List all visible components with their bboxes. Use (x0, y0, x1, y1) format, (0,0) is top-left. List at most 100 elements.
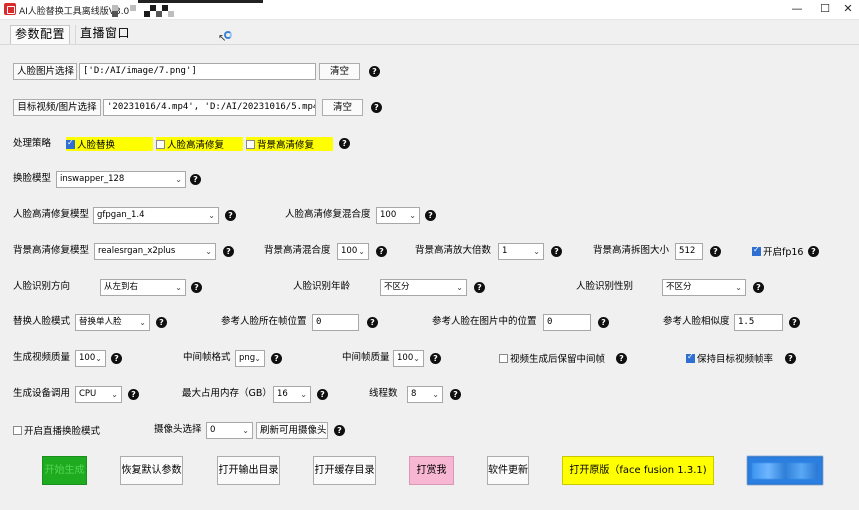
face-enhance-blend-select[interactable]: 100 ⌄ (376, 207, 420, 224)
checkbox-unchecked-icon (246, 139, 255, 149)
help-icon[interactable]: ? (334, 425, 345, 436)
maximize-button[interactable]: ☐ (813, 1, 837, 17)
open-original-button[interactable]: 打开原版（face fusion 1.3.1) (562, 456, 714, 485)
help-icon[interactable]: ? (808, 246, 819, 257)
replace-mode-label: 替换人脸模式 (13, 316, 71, 327)
busy-cursor-icon: ↖ (218, 31, 232, 47)
video-quality-select[interactable]: 100 ⌄ (75, 350, 106, 367)
target-media-clear-button[interactable]: 清空 (322, 99, 363, 116)
checkbox-label: 保持目标视频帧率 (697, 354, 774, 365)
strategy-bg-enhance-checkbox[interactable]: 背景高清修复 (246, 137, 333, 151)
help-icon[interactable]: ? (223, 246, 234, 257)
face-enhance-model-label: 人脸高清修复模型 (13, 209, 90, 220)
frame-quality-label: 中间帧质量 (342, 352, 390, 363)
software-update-button[interactable]: 软件更新 (487, 456, 529, 485)
help-icon[interactable]: ? (369, 66, 380, 77)
strategy-face-swap-checkbox[interactable]: 人脸替换 (66, 137, 153, 151)
help-icon[interactable]: ? (339, 138, 350, 149)
select-value: 100 (341, 246, 358, 256)
target-media-select-button[interactable]: 目标视频/图片选择 (13, 99, 101, 116)
help-icon[interactable]: ? (789, 317, 800, 328)
target-media-path-input[interactable]: '20231016/4.mp4', 'D:/AI/20231016/5.mp4'… (103, 99, 316, 116)
help-icon[interactable]: ? (371, 102, 382, 113)
chevron-down-icon: ⌄ (95, 354, 102, 363)
help-icon[interactable]: ? (367, 317, 378, 328)
tab-live[interactable]: 直播窗口 (75, 25, 134, 44)
close-button[interactable]: ✕ (836, 1, 859, 17)
bg-enhance-blend-select[interactable]: 100 ⌄ (337, 243, 369, 260)
checkbox-checked-icon (66, 138, 75, 149)
help-icon[interactable]: ? (474, 282, 485, 293)
ref-frame-pos-input[interactable]: 0 (312, 314, 359, 331)
select-value: 100 (79, 353, 96, 363)
help-icon[interactable]: ? (616, 353, 627, 364)
live-mode-checkbox[interactable]: 开启直播换脸模式 (13, 423, 100, 437)
help-icon[interactable]: ? (753, 282, 764, 293)
device-select[interactable]: CPU ⌄ (75, 386, 122, 403)
bg-enhance-scale-select[interactable]: 1 ⌄ (498, 243, 544, 260)
bg-enhance-model-select[interactable]: realesrgan_x2plus ⌄ (94, 243, 216, 260)
face-enhance-model-select[interactable]: gfpgan_1.4 ⌄ (93, 207, 219, 224)
strategy-face-enhance-checkbox[interactable]: 人脸高清修复 (156, 137, 243, 151)
help-icon[interactable]: ? (225, 210, 236, 221)
keep-fps-checkbox[interactable]: 保持目标视频帧率 (686, 351, 773, 365)
help-icon[interactable]: ? (710, 246, 721, 257)
select-value: 16 (277, 389, 288, 399)
camera-label: 摄像头选择 (154, 424, 202, 435)
help-icon[interactable]: ? (785, 353, 796, 364)
chevron-down-icon: ⌄ (300, 390, 307, 399)
swap-model-select[interactable]: inswapper_128 ⌄ (56, 171, 186, 188)
frame-quality-select[interactable]: 100 ⌄ (393, 350, 424, 367)
help-icon[interactable]: ? (191, 282, 202, 293)
chevron-down-icon: ⌄ (413, 354, 420, 363)
fp16-checkbox[interactable]: 开启fp16 (752, 244, 803, 258)
open-output-dir-button[interactable]: 打开输出目录 (217, 456, 280, 485)
camera-select[interactable]: 0 ⌄ (206, 422, 253, 439)
bg-enhance-tile-input[interactable]: 512 (675, 243, 703, 260)
chevron-down-icon: ⌄ (533, 247, 540, 256)
face-image-path-input[interactable]: ['D:/AI/image/7.png'] (79, 63, 316, 80)
tab-params[interactable]: 参数配置 (10, 25, 71, 44)
select-value: gfpgan_1.4 (97, 210, 145, 220)
threads-select[interactable]: 8 ⌄ (407, 386, 443, 403)
face-image-clear-button[interactable]: 清空 (319, 63, 360, 80)
checkbox-label: 背景高清修复 (257, 140, 315, 151)
ref-similarity-input[interactable]: 1.5 (734, 314, 783, 331)
recog-age-select[interactable]: 不区分 ⌄ (380, 279, 467, 296)
help-icon[interactable]: ? (271, 353, 282, 364)
max-memory-select[interactable]: 16 ⌄ (273, 386, 311, 403)
replace-mode-select[interactable]: 替换单人脸 ⌄ (75, 314, 150, 331)
help-icon[interactable]: ? (317, 389, 328, 400)
ref-image-pos-input[interactable]: 0 (543, 314, 591, 331)
blurred-button[interactable] (747, 456, 823, 485)
refresh-camera-button[interactable]: 刷新可用摄像头 (256, 422, 328, 439)
recog-gender-select[interactable]: 不区分 ⌄ (662, 279, 746, 296)
frame-format-select[interactable]: png ⌄ (235, 350, 265, 367)
bg-enhance-model-label: 背景高清修复模型 (13, 245, 90, 256)
help-icon[interactable]: ? (111, 353, 122, 364)
donate-button[interactable]: 打赏我 (409, 456, 454, 485)
help-icon[interactable]: ? (425, 210, 436, 221)
recog-direction-select[interactable]: 从左到右 ⌄ (100, 279, 186, 296)
keep-frames-checkbox[interactable]: 视频生成后保留中间帧 (499, 351, 605, 365)
chevron-down-icon: ⌄ (409, 211, 416, 220)
help-icon[interactable]: ? (551, 246, 562, 257)
help-icon[interactable]: ? (598, 317, 609, 328)
checkbox-label: 开启fp16 (763, 247, 804, 258)
open-cache-dir-button[interactable]: 打开缓存目录 (313, 456, 376, 485)
help-icon[interactable]: ? (156, 317, 167, 328)
bg-enhance-tile-label: 背景高清拆图大小 (593, 245, 670, 256)
select-value: realesrgan_x2plus (98, 246, 176, 256)
help-icon[interactable]: ? (450, 389, 461, 400)
help-icon[interactable]: ? (376, 246, 387, 257)
minimize-button[interactable]: — (785, 1, 809, 17)
chevron-down-icon: ⌄ (432, 390, 439, 399)
help-icon[interactable]: ? (430, 353, 441, 364)
help-icon[interactable]: ? (190, 174, 201, 185)
chevron-down-icon: ⌄ (139, 318, 146, 327)
help-icon[interactable]: ? (128, 389, 139, 400)
face-image-select-button[interactable]: 人脸图片选择 (13, 63, 77, 80)
start-generate-button[interactable]: 开始生成 (42, 456, 87, 485)
reset-defaults-button[interactable]: 恢复默认参数 (120, 456, 183, 485)
select-value: png (239, 353, 256, 363)
